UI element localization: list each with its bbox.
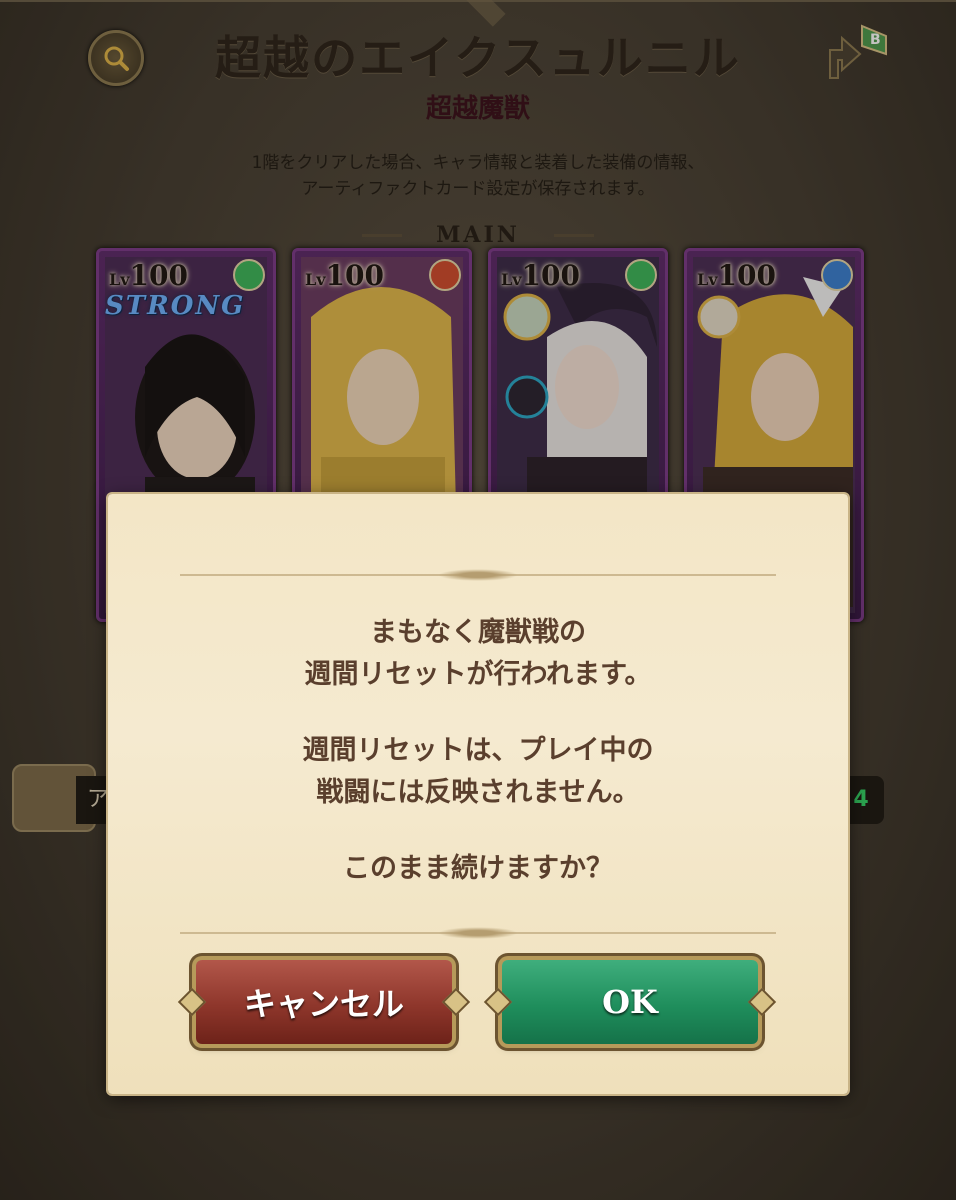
confirm-dialog: まもなく魔獣戦の 週間リセットが行われます。 週間リセットは、プレイ中の 戦闘に… xyxy=(108,494,848,1094)
message-line-4: 戦闘には反映されません。 xyxy=(316,777,640,808)
ok-label: OK xyxy=(602,983,658,1021)
ok-button[interactable]: OK xyxy=(483,960,777,1044)
gem-ornament xyxy=(483,987,513,1017)
message-line-2: 週間リセットが行われます。 xyxy=(304,659,652,690)
cancel-button[interactable]: キャンセル xyxy=(177,960,471,1044)
cancel-label: キャンセル xyxy=(243,985,404,1023)
message-line-3: 週間リセットは、プレイ中の xyxy=(302,735,654,766)
message-line-1: まもなく魔獣戦の xyxy=(370,617,586,648)
gem-ornament xyxy=(441,987,471,1017)
divider-ornament xyxy=(438,569,518,581)
message-line-5: このまま続けますか？ xyxy=(343,853,613,884)
gem-ornament xyxy=(747,987,777,1017)
gem-ornament xyxy=(177,987,207,1017)
divider-ornament xyxy=(438,927,518,939)
